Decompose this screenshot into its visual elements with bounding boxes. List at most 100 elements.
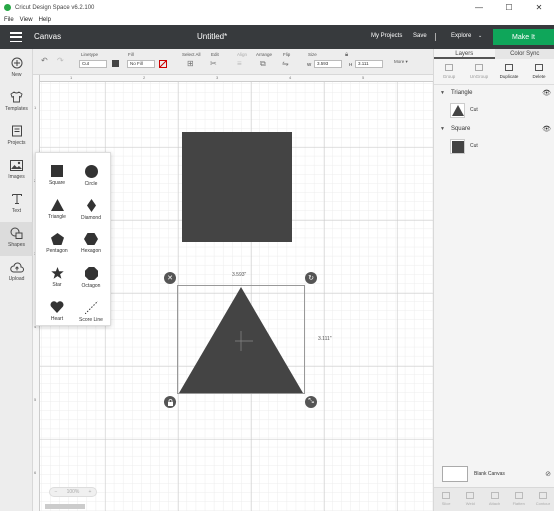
width-input[interactable]: 3.593 bbox=[314, 60, 342, 68]
layer-operation: Cut bbox=[470, 143, 478, 149]
layer-group-triangle[interactable]: ▼ Triangle 👁︎ Cut bbox=[434, 87, 554, 121]
score-line-icon bbox=[84, 301, 98, 314]
sidebar-item-projects[interactable]: Projects bbox=[0, 120, 33, 154]
more-dropdown[interactable]: More ▾ bbox=[394, 59, 408, 65]
octagon-icon bbox=[84, 267, 98, 280]
pentagon-icon bbox=[50, 233, 64, 245]
make-it-button[interactable]: Make It bbox=[493, 29, 554, 45]
undo-icon[interactable]: ↶ bbox=[41, 56, 48, 65]
caret-down-icon[interactable]: ▼ bbox=[440, 126, 445, 132]
layer-group-square[interactable]: ▼ Square 👁︎ Cut bbox=[434, 123, 554, 157]
maximize-button[interactable]: ☐ bbox=[494, 0, 524, 15]
weld-button[interactable]: Weld bbox=[458, 488, 482, 511]
duplicate-button[interactable]: Duplicate bbox=[494, 59, 524, 84]
caret-down-icon[interactable]: ▼ bbox=[440, 90, 445, 96]
canvas-square-shape[interactable] bbox=[182, 132, 292, 242]
edit-icon[interactable]: ✂ bbox=[210, 59, 217, 68]
action-label: Duplicate bbox=[499, 74, 519, 79]
explore-dropdown[interactable]: Explore bbox=[451, 33, 471, 39]
shape-heart[interactable]: Heart bbox=[38, 293, 76, 327]
text-icon bbox=[10, 192, 24, 206]
slice-button[interactable]: Slice bbox=[434, 488, 458, 511]
layer-thumbnail bbox=[450, 103, 465, 118]
rotate-handle-icon[interactable]: ↻ bbox=[305, 272, 317, 284]
sidebar-item-upload[interactable]: Upload bbox=[0, 256, 33, 290]
shapes-icon bbox=[10, 226, 24, 240]
shape-circle[interactable]: Circle bbox=[72, 157, 110, 191]
shape-star[interactable]: Star bbox=[38, 259, 76, 293]
flatten-button[interactable]: Flatten bbox=[507, 488, 531, 511]
cloud-upload-icon bbox=[9, 260, 24, 274]
shape-score-line[interactable]: Score Line bbox=[72, 293, 110, 327]
layer-row[interactable]: Cut bbox=[434, 135, 554, 157]
linetype-color-swatch[interactable] bbox=[112, 60, 119, 67]
arrange-icon[interactable]: ⧉ bbox=[260, 59, 266, 69]
fill-select[interactable]: No Fill bbox=[127, 60, 155, 68]
group-button[interactable]: Group bbox=[434, 59, 464, 84]
select-all-icon[interactable]: ⊞ bbox=[187, 59, 194, 68]
shape-square[interactable]: Square bbox=[38, 157, 76, 191]
shape-label: Triangle bbox=[48, 214, 66, 220]
delete-button[interactable]: Delete bbox=[524, 59, 554, 84]
sidebar-item-shapes[interactable]: Shapes bbox=[0, 222, 33, 256]
my-projects-link[interactable]: My Projects bbox=[371, 33, 402, 39]
shape-octagon[interactable]: Octagon bbox=[72, 259, 110, 293]
minimize-button[interactable]: — bbox=[464, 0, 494, 15]
sidebar-item-label: Shapes bbox=[8, 242, 25, 248]
zoom-control[interactable]: − 100% + bbox=[49, 487, 97, 497]
slice-icon bbox=[442, 492, 451, 499]
menu-help[interactable]: Help bbox=[39, 17, 51, 23]
chevron-down-icon[interactable]: ⌄ bbox=[478, 33, 482, 39]
height-input[interactable]: 3.111 bbox=[355, 60, 383, 68]
delete-handle-icon[interactable]: ✕ bbox=[164, 272, 176, 284]
sidebar-item-templates[interactable]: Templates bbox=[0, 86, 33, 120]
attach-button[interactable]: Attach bbox=[482, 488, 506, 511]
select-all-label: Select All bbox=[182, 52, 201, 57]
height-dimension-label: 3.111" bbox=[318, 336, 332, 342]
sidebar-item-new[interactable]: New bbox=[0, 52, 33, 86]
horizontal-scrollbar[interactable] bbox=[45, 504, 85, 509]
redo-icon[interactable]: ↷ bbox=[57, 56, 64, 65]
shape-triangle[interactable]: Triangle bbox=[38, 191, 76, 225]
tab-color-sync[interactable]: Color Sync bbox=[495, 49, 554, 59]
no-fill-swatch-icon[interactable] bbox=[159, 60, 167, 68]
blank-canvas-thumbnail bbox=[442, 466, 468, 482]
shape-label: Heart bbox=[50, 316, 64, 322]
eye-icon[interactable]: 👁︎ bbox=[542, 125, 551, 133]
ruler-tick-label: 4 bbox=[289, 75, 292, 80]
eye-hidden-icon[interactable]: ⊘ bbox=[545, 470, 551, 478]
align-icon[interactable]: ≡ bbox=[237, 59, 242, 68]
resize-handle-icon[interactable]: ⤡ bbox=[305, 396, 317, 408]
shape-diamond[interactable]: Diamond bbox=[72, 191, 110, 225]
save-button[interactable]: Save bbox=[413, 33, 427, 39]
layer-name: Triangle bbox=[450, 90, 473, 96]
contour-button[interactable]: Contour bbox=[531, 488, 554, 511]
hamburger-menu-icon[interactable] bbox=[10, 32, 22, 42]
linetype-select[interactable]: Cut bbox=[79, 60, 107, 68]
sidebar-item-text[interactable]: Text bbox=[0, 188, 33, 222]
ruler-tick-label: 6 bbox=[34, 470, 37, 475]
menu-view[interactable]: View bbox=[20, 17, 33, 23]
flip-icon[interactable]: ⇋ bbox=[282, 59, 289, 68]
zoom-out-icon[interactable]: − bbox=[55, 489, 58, 495]
sidebar-item-images[interactable]: Images bbox=[0, 154, 33, 188]
blank-canvas-layer[interactable]: Blank Canvas ⊘ bbox=[434, 461, 554, 487]
fill-label: Fill bbox=[128, 52, 134, 57]
tool-label: Contour bbox=[535, 501, 551, 506]
lock-icon[interactable]: 🔒︎ bbox=[345, 52, 348, 59]
ungroup-button[interactable]: UnGroup bbox=[464, 59, 494, 84]
eye-icon[interactable]: 👁︎ bbox=[542, 89, 551, 97]
close-window-button[interactable]: ✕ bbox=[524, 0, 554, 15]
lock-handle-icon[interactable] bbox=[164, 396, 176, 408]
selection-bounding-box[interactable] bbox=[177, 285, 305, 394]
canvas-triangle-shape[interactable] bbox=[178, 286, 304, 393]
menu-file[interactable]: File bbox=[4, 17, 14, 23]
sidebar-item-label: Upload bbox=[8, 276, 25, 282]
flatten-icon bbox=[514, 492, 523, 499]
shape-hexagon[interactable]: Hexagon bbox=[72, 225, 110, 259]
zoom-in-icon[interactable]: + bbox=[88, 489, 91, 495]
shape-pentagon[interactable]: Pentagon bbox=[38, 225, 76, 259]
layers-panel: Layers Color Sync Group UnGroup Duplicat… bbox=[433, 49, 554, 511]
tab-layers[interactable]: Layers bbox=[434, 49, 495, 59]
layer-row[interactable]: Cut bbox=[434, 99, 554, 121]
